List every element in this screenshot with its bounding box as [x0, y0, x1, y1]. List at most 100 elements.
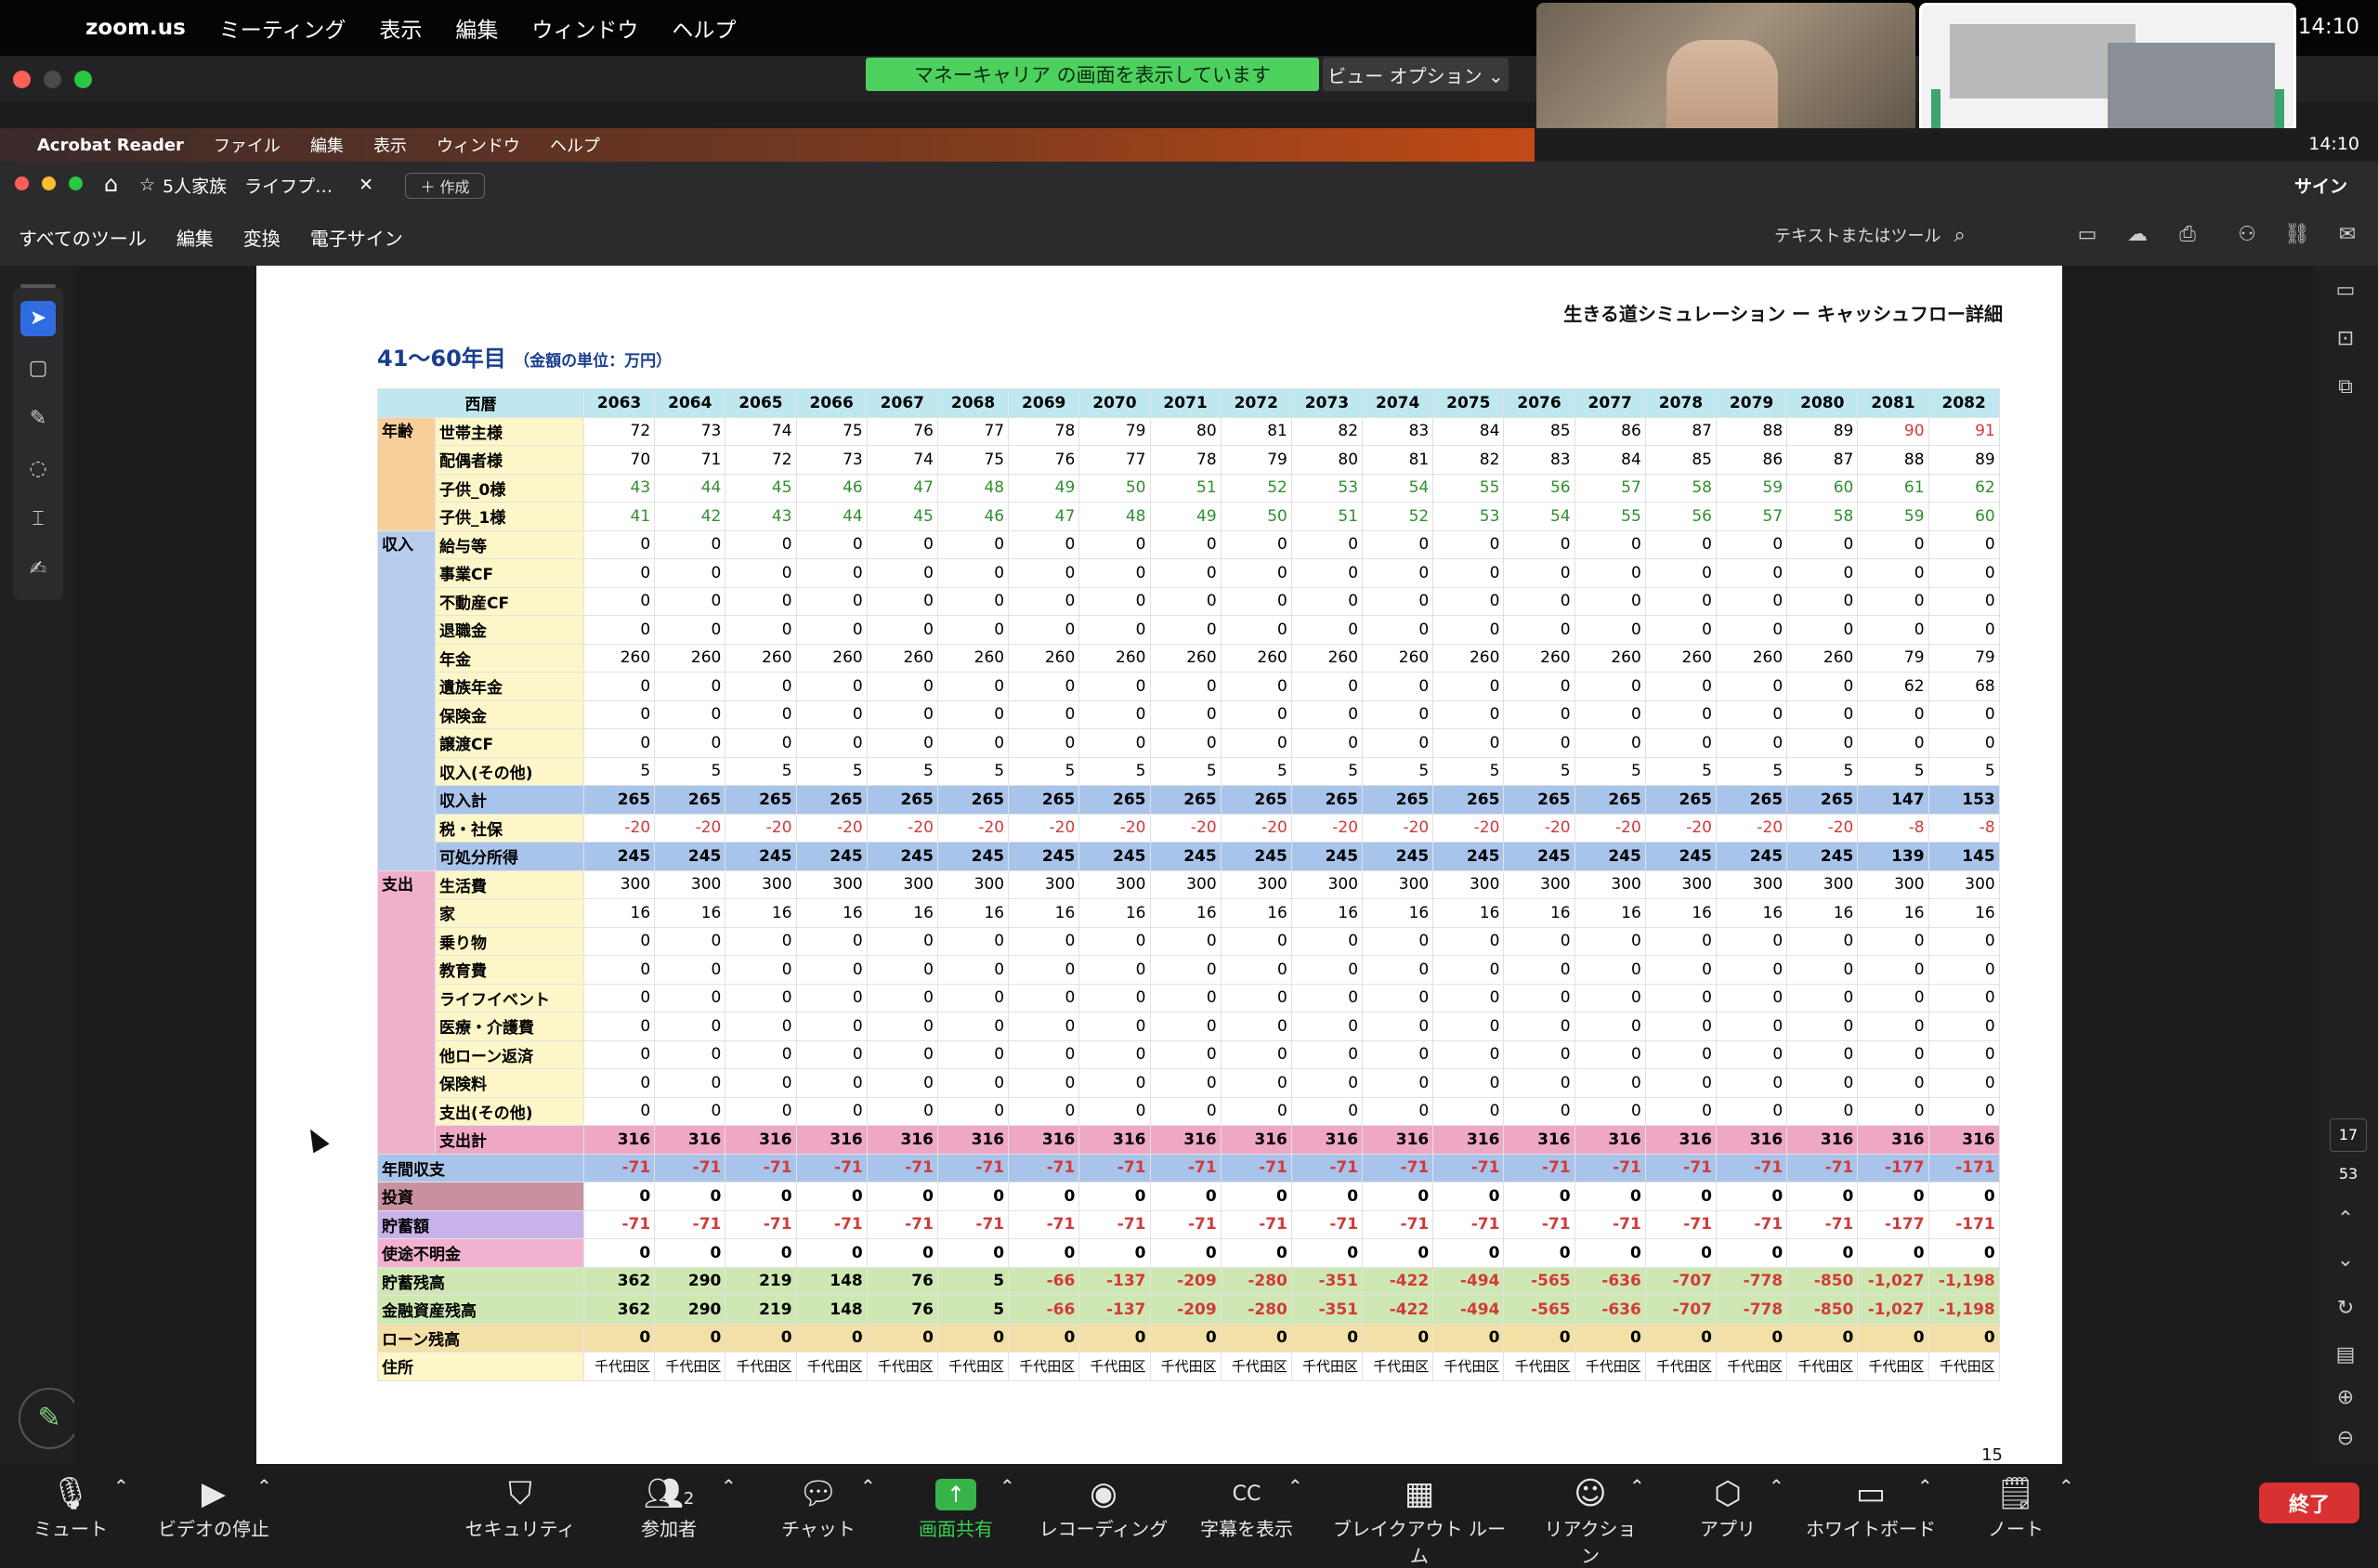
cell-value: -8 [1857, 813, 1929, 843]
lasso-icon[interactable]: ◌ [20, 451, 56, 487]
close-window-button[interactable] [13, 71, 31, 88]
acro-menu-edit[interactable]: 編集 [310, 133, 344, 157]
cell-value: 265 [1078, 785, 1151, 815]
cell-value: 88 [1857, 445, 1929, 475]
cell-value: -171 [1927, 1209, 2000, 1239]
all-tools-button[interactable]: すべてのツール [19, 224, 147, 251]
star-icon[interactable]: ☆ [139, 175, 155, 195]
notes-button[interactable]: 🗒︎ ノート [1979, 1475, 2053, 1541]
text-select-icon[interactable]: ⌶ [20, 502, 56, 537]
menu-meeting[interactable]: ミーティング [219, 12, 346, 44]
apps-label: アプリ [1700, 1518, 1756, 1540]
acro-close-button[interactable] [15, 176, 29, 190]
share-icon[interactable]: ⚇ [2233, 223, 2261, 251]
page-up-icon[interactable]: ⌃ [2328, 1208, 2363, 1243]
video-options-caret[interactable]: ⌃ [256, 1475, 272, 1497]
acro-zoom-button[interactable] [69, 176, 83, 190]
cell-value: 0 [582, 699, 656, 729]
audio-options-caret[interactable]: ⌃ [113, 1475, 129, 1497]
breakout-rooms-button[interactable]: ▦ ブレイクアウト ルーム [1326, 1475, 1512, 1568]
tab-document[interactable]: ☆ 5人家族 ライフプ… ✕ [139, 169, 399, 201]
annotate-pen-icon[interactable]: ✎ [19, 1388, 80, 1449]
view-options-button[interactable]: ビュー オプション ⌄ [1323, 58, 1509, 91]
zoom-out-icon[interactable]: ⊖ [2328, 1427, 2363, 1462]
page-view-icon[interactable]: ▤ [2328, 1343, 2363, 1379]
comments-panel-icon[interactable]: ▭ [2328, 279, 2363, 314]
print-icon[interactable]: ⎙ [2174, 223, 2202, 251]
cell-value: 0 [725, 1012, 797, 1041]
acro-menu-file[interactable]: ファイル [214, 133, 281, 157]
whiteboard-button[interactable]: ▭ ホワイトボード [1806, 1475, 1936, 1541]
reactions-button[interactable]: ☺ リアクション [1536, 1475, 1644, 1568]
menu-help[interactable]: ヘルプ [672, 12, 736, 44]
end-meeting-button[interactable]: 終了 [2259, 1483, 2359, 1523]
menu-edit[interactable]: 編集 [455, 12, 498, 44]
page-number-input[interactable]: 17 [2330, 1118, 2367, 1152]
cell-value: -850 [1786, 1266, 1859, 1296]
chat-button[interactable]: 💬︎ チャット [777, 1475, 860, 1541]
mute-button[interactable]: 🎙︎ ミュート [33, 1475, 108, 1541]
bookmarks-icon[interactable]: ⊡ [2328, 327, 2363, 362]
esign-tool-button[interactable]: 電子サイン [310, 224, 403, 251]
save-icon[interactable]: ▭ [2073, 223, 2101, 251]
convert-tool-button[interactable]: 変換 [243, 224, 281, 251]
palette-handle[interactable] [20, 284, 56, 288]
sign-pen-icon[interactable]: ✍ [20, 552, 56, 587]
cell-value: 0 [1503, 1012, 1575, 1041]
apps-button[interactable]: ⬡ アプリ [1691, 1475, 1765, 1541]
search-icon[interactable]: ⌕ [1953, 224, 1965, 247]
upload-cloud-icon[interactable]: ☁ [2123, 223, 2151, 251]
captions-button[interactable]: CC 字幕を表示 [1200, 1475, 1293, 1541]
share-caret[interactable]: ⌃ [1000, 1475, 1015, 1497]
minimize-window-button[interactable] [44, 71, 61, 88]
acro-menu-window[interactable]: ウィンドウ [437, 133, 520, 157]
whiteboard-caret[interactable]: ⌃ [1917, 1475, 1933, 1497]
cell-value: 0 [936, 1096, 1010, 1126]
stop-video-button[interactable]: ▶︎ ビデオの停止 [158, 1475, 269, 1541]
zoom-in-icon[interactable]: ⊕ [2328, 1386, 2363, 1421]
select-cursor-icon[interactable]: ➤ [20, 301, 56, 336]
chat-caret[interactable]: ⌃ [860, 1475, 876, 1497]
rotate-icon[interactable]: ↻ [2328, 1297, 2363, 1332]
acro-menu-help[interactable]: ヘルプ [550, 133, 600, 157]
notes-caret[interactable]: ⌃ [2058, 1475, 2074, 1497]
highlight-pen-icon[interactable]: ✎ [20, 401, 56, 437]
home-icon[interactable]: ⌂ [104, 171, 118, 197]
close-tab-icon[interactable]: ✕ [359, 175, 373, 195]
cell-value: 300 [1503, 869, 1575, 899]
cell-value: -351 [1290, 1295, 1364, 1325]
cell-value: 0 [1644, 1012, 1718, 1041]
search-field[interactable]: テキストまたはツール ⌕ [1774, 221, 2034, 249]
menu-view[interactable]: 表示 [379, 12, 422, 44]
sign-label[interactable]: サイン [2294, 173, 2347, 198]
acro-menu-view[interactable]: 表示 [373, 133, 407, 157]
edit-tool-button[interactable]: 編集 [176, 224, 214, 251]
participants-button[interactable]: 👥︎2 参加者 [622, 1475, 715, 1541]
participants-caret[interactable]: ⌃ [721, 1475, 737, 1497]
microphone-icon: 🎙︎ [50, 1475, 91, 1512]
page-down-icon[interactable]: ⌄ [2328, 1248, 2363, 1284]
cell-value: 300 [1715, 869, 1788, 899]
new-tab-button[interactable]: ＋ 作成 [405, 173, 485, 199]
cell-value: 5 [1574, 756, 1646, 786]
menu-window[interactable]: ウィンドウ [531, 12, 638, 44]
apps-caret[interactable]: ⌃ [1769, 1475, 1784, 1497]
comment-icon[interactable]: ▢ [20, 351, 56, 386]
menu-app-name[interactable]: zoom.us [85, 16, 186, 40]
acro-menu-app[interactable]: Acrobat Reader [37, 136, 184, 155]
pages-icon[interactable]: ⧉ [2328, 375, 2363, 411]
cell-value: -778 [1715, 1295, 1788, 1325]
security-button[interactable]: ⛉ セキュリティ [464, 1475, 576, 1541]
record-button[interactable]: ◉ レコーディング [1039, 1475, 1169, 1541]
acro-minimize-button[interactable] [42, 176, 56, 190]
cell-value: 5 [1857, 756, 1929, 786]
reactions-caret[interactable]: ⌃ [1629, 1475, 1645, 1497]
link-icon[interactable]: ⛓ [2283, 223, 2311, 251]
zoom-window-button[interactable] [74, 71, 92, 88]
captions-caret[interactable]: ⌃ [1287, 1475, 1303, 1497]
mail-icon[interactable]: ✉ [2333, 223, 2361, 251]
cell-value: 0 [1220, 615, 1292, 645]
share-screen-button[interactable]: ↑ 画面共有 [914, 1475, 998, 1541]
pdf-page: 生きる道シミュレーション ー キャッシュフロー詳細 41〜60年目 （金額の単位… [256, 266, 2062, 1465]
cell-value: 51 [1149, 473, 1222, 503]
